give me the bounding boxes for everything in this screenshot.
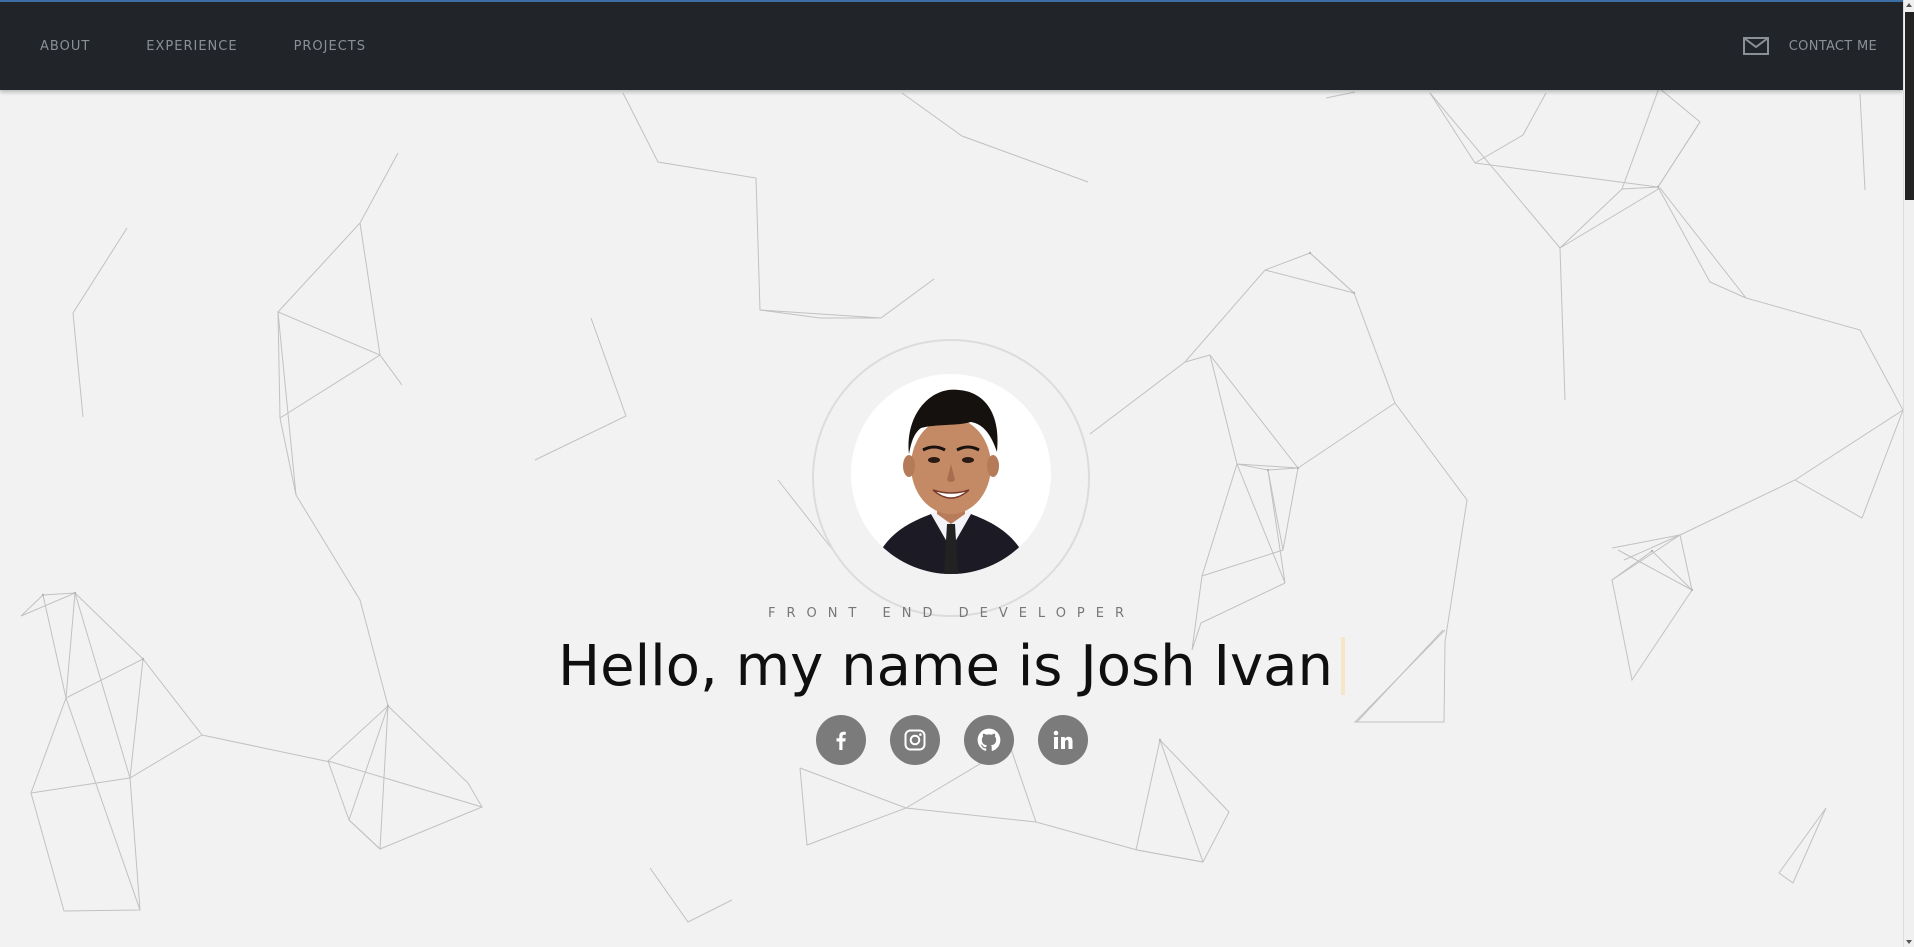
scrollbar-thumb[interactable] — [1905, 12, 1914, 200]
github-button[interactable] — [963, 715, 1014, 765]
contact-me-link[interactable]: CONTACT ME — [1742, 2, 1877, 90]
mail-icon — [1742, 36, 1769, 56]
profile-photo — [871, 389, 1031, 574]
portfolio-page: ABOUT EXPERIENCE PROJECTS CONTACT ME FRO… — [0, 0, 1914, 947]
contact-me-label: CONTACT ME — [1788, 38, 1877, 54]
top-navbar: ABOUT EXPERIENCE PROJECTS CONTACT ME — [0, 0, 1903, 90]
github-icon — [977, 728, 1000, 751]
profile-avatar — [851, 374, 1051, 574]
scroll-up-arrow-icon[interactable] — [1906, 3, 1912, 7]
instagram-button[interactable] — [889, 715, 940, 765]
facebook-button[interactable] — [815, 715, 866, 765]
page-scrollbar[interactable] — [1903, 0, 1914, 947]
nav-links: ABOUT EXPERIENCE PROJECTS — [40, 2, 422, 90]
social-links — [0, 715, 1903, 765]
facebook-icon — [836, 731, 846, 750]
scroll-down-arrow-icon[interactable] — [1906, 940, 1912, 944]
linkedin-icon — [1053, 730, 1072, 749]
instagram-icon — [904, 729, 925, 751]
typing-cursor — [1340, 636, 1345, 695]
nav-about-link[interactable]: ABOUT — [40, 39, 90, 54]
hero-headline: Hello, my name is Josh Ivan — [0, 634, 1903, 699]
greeting-text: Hello, my name is Josh Ivan — [558, 634, 1333, 699]
role-subtitle: FRONT END DEVELOPER — [767, 606, 1136, 621]
nav-experience-link[interactable]: EXPERIENCE — [146, 39, 237, 54]
linkedin-button[interactable] — [1037, 715, 1088, 765]
nav-projects-link[interactable]: PROJECTS — [294, 39, 366, 54]
